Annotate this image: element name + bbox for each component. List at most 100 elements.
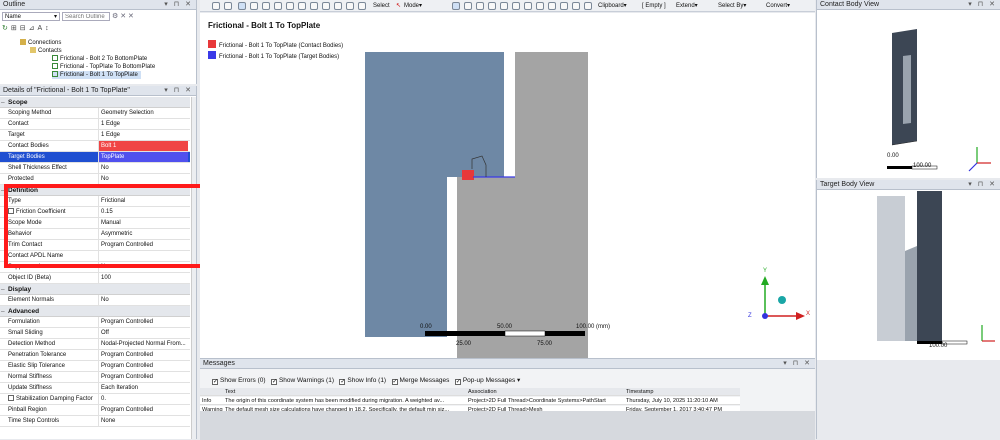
- contact-body-view[interactable]: Contact Body View ▾ ⊓ ✕ 0.00 100.00: [816, 0, 1000, 178]
- view-options-icon[interactable]: [358, 2, 366, 10]
- message-row[interactable]: Info The origin of this coordinate syste…: [200, 397, 740, 405]
- details-row[interactable]: Contact 1 Edge: [0, 119, 190, 130]
- details-row[interactable]: Object ID (Beta) 100: [0, 273, 190, 284]
- select-by-dropdown[interactable]: Select By▾: [718, 1, 746, 11]
- show-info-checkbox[interactable]: ✓ Show Info (1): [339, 377, 386, 385]
- details-value[interactable]: 0.: [98, 394, 188, 404]
- iso-view-icon[interactable]: [346, 2, 354, 10]
- details-value[interactable]: Program Controlled: [98, 361, 188, 371]
- next-view-icon[interactable]: [334, 2, 342, 10]
- details-section-advanced[interactable]: Advanced: [0, 306, 190, 317]
- filter-icon[interactable]: ⊿: [29, 25, 38, 32]
- target-body-view[interactable]: Target Body View ▾ ⊓ ✕ 100.00: [816, 180, 1000, 360]
- parameter-checkbox[interactable]: [8, 395, 14, 401]
- zoom-in-icon[interactable]: [274, 2, 282, 10]
- pin-icon[interactable]: ▾ ⊓ ✕: [783, 359, 812, 369]
- select-all-icon[interactable]: [548, 2, 556, 10]
- details-row[interactable]: Scoping Method Geometry Selection: [0, 108, 190, 119]
- named-selection-icon[interactable]: [584, 2, 592, 10]
- details-value[interactable]: 100: [98, 273, 188, 283]
- tree-item-contact-1[interactable]: Frictional - Bolt 2 To BottomPlate: [52, 55, 147, 63]
- details-row[interactable]: Protected No: [0, 174, 190, 185]
- convert-dropdown[interactable]: Convert▾: [766, 1, 790, 11]
- select-button[interactable]: Select: [373, 1, 390, 11]
- zoom-out-icon[interactable]: [286, 2, 294, 10]
- select-mesh-icon[interactable]: [536, 2, 544, 10]
- details-scrollbar[interactable]: [191, 97, 196, 439]
- details-row[interactable]: Type Frictional: [0, 196, 190, 207]
- details-row[interactable]: Elastic Slip Tolerance Program Controlled: [0, 361, 190, 372]
- details-row[interactable]: Normal Stiffness Program Controlled: [0, 372, 190, 383]
- pin-icon[interactable]: ▾ ⊓ ✕: [968, 0, 997, 10]
- details-row[interactable]: Contact Bodies Bolt 1: [0, 141, 190, 152]
- details-row[interactable]: Detection Method Nodal-Projected Normal F…: [0, 339, 190, 350]
- extend-dropdown[interactable]: Extend▾: [676, 1, 698, 11]
- details-value[interactable]: [98, 251, 188, 261]
- pan-icon[interactable]: [250, 2, 258, 10]
- popup-messages-checkbox[interactable]: ✓ Pop-up Messages ▾: [454, 377, 520, 385]
- details-row[interactable]: Time Step Controls None: [0, 416, 190, 427]
- details-value[interactable]: No: [98, 163, 188, 173]
- details-row[interactable]: Behavior Asymmetric: [0, 229, 190, 240]
- tree-item-contacts[interactable]: Contacts: [30, 47, 62, 55]
- cursor-icon[interactable]: ↖: [396, 1, 401, 11]
- merge-messages-checkbox[interactable]: ✓ Merge Messages: [391, 377, 449, 385]
- details-value[interactable]: Program Controlled: [98, 240, 188, 250]
- details-value[interactable]: Program Controlled: [98, 317, 188, 327]
- details-section-scope[interactable]: Scope: [0, 97, 190, 108]
- zoom-box-icon[interactable]: [224, 2, 232, 10]
- rotate-icon[interactable]: [238, 2, 246, 10]
- details-row[interactable]: Stabilization Damping Factor 0.: [0, 394, 190, 405]
- tree-item-contact-2[interactable]: Frictional - TopPlate To BottomPlate: [52, 63, 155, 71]
- zoom-icon[interactable]: [212, 2, 220, 10]
- select-face-icon[interactable]: [476, 2, 484, 10]
- parameter-checkbox[interactable]: [8, 208, 14, 214]
- select-body-icon[interactable]: [488, 2, 496, 10]
- details-row[interactable]: Update Stiffness Each Iteration: [0, 383, 190, 394]
- details-row[interactable]: Formulation Program Controlled: [0, 317, 190, 328]
- details-row[interactable]: Friction Coefficient 0.15: [0, 207, 190, 218]
- sort-icon[interactable]: A↕: [38, 25, 52, 32]
- details-value[interactable]: Program Controlled: [98, 405, 188, 415]
- magnifier-icon[interactable]: [310, 2, 318, 10]
- details-value[interactable]: 0.15: [98, 207, 188, 217]
- details-value[interactable]: 1 Edge: [98, 119, 188, 129]
- details-row[interactable]: Small Sliding Off: [0, 328, 190, 339]
- details-row[interactable]: Target 1 Edge: [0, 130, 190, 141]
- details-row[interactable]: Target Bodies TopPlate: [0, 152, 190, 163]
- details-row[interactable]: Shell Thickness Effect No: [0, 163, 190, 174]
- zoom-to-fit-icon[interactable]: [298, 2, 306, 10]
- pin-icon[interactable]: ▾ ⊓ ✕: [164, 86, 193, 96]
- tree-item-contact-3[interactable]: Frictional - Bolt 1 To TopPlate: [52, 71, 141, 79]
- details-row[interactable]: Scope Mode Manual: [0, 218, 190, 229]
- details-value[interactable]: Asymmetric: [98, 229, 188, 239]
- details-value[interactable]: 1 Edge: [98, 130, 188, 140]
- details-value[interactable]: Bolt 1: [98, 141, 188, 151]
- details-value[interactable]: None: [98, 416, 188, 426]
- name-filter-select[interactable]: Name ▾: [2, 12, 60, 21]
- search-outline-input[interactable]: [62, 12, 110, 21]
- look-at-icon[interactable]: [262, 2, 270, 10]
- search-options-icon[interactable]: ⚙ ✕ ✕: [112, 12, 134, 20]
- details-value[interactable]: Manual: [98, 218, 188, 228]
- details-value[interactable]: Off: [98, 328, 188, 338]
- show-warnings-checkbox[interactable]: ✓ Show Warnings (1): [270, 377, 334, 385]
- target-view-canvas[interactable]: [817, 191, 1000, 360]
- details-value[interactable]: No: [98, 262, 188, 272]
- select-element-icon[interactable]: [512, 2, 520, 10]
- details-row[interactable]: Contact APDL Name: [0, 251, 190, 262]
- select-vertex-icon[interactable]: [452, 2, 460, 10]
- details-value[interactable]: TopPlate: [98, 152, 188, 162]
- details-value[interactable]: Program Controlled: [98, 350, 188, 360]
- show-errors-checkbox[interactable]: ✓ Show Errors (0): [212, 377, 266, 385]
- details-section-display[interactable]: Display: [0, 284, 190, 295]
- tree-item-connections[interactable]: Connections: [20, 39, 61, 47]
- details-value[interactable]: No: [98, 295, 188, 305]
- details-value[interactable]: Each Iteration: [98, 383, 188, 393]
- details-section-definition[interactable]: Definition: [0, 185, 190, 196]
- pin-icon[interactable]: ▾ ⊓ ✕: [164, 0, 193, 10]
- graphics-viewport[interactable]: Frictional - Bolt 1 To TopPlate Friction…: [200, 13, 815, 358]
- details-row[interactable]: Trim Contact Program Controlled: [0, 240, 190, 251]
- collapse-icon[interactable]: ⊟: [20, 25, 29, 32]
- select-node-icon[interactable]: [500, 2, 508, 10]
